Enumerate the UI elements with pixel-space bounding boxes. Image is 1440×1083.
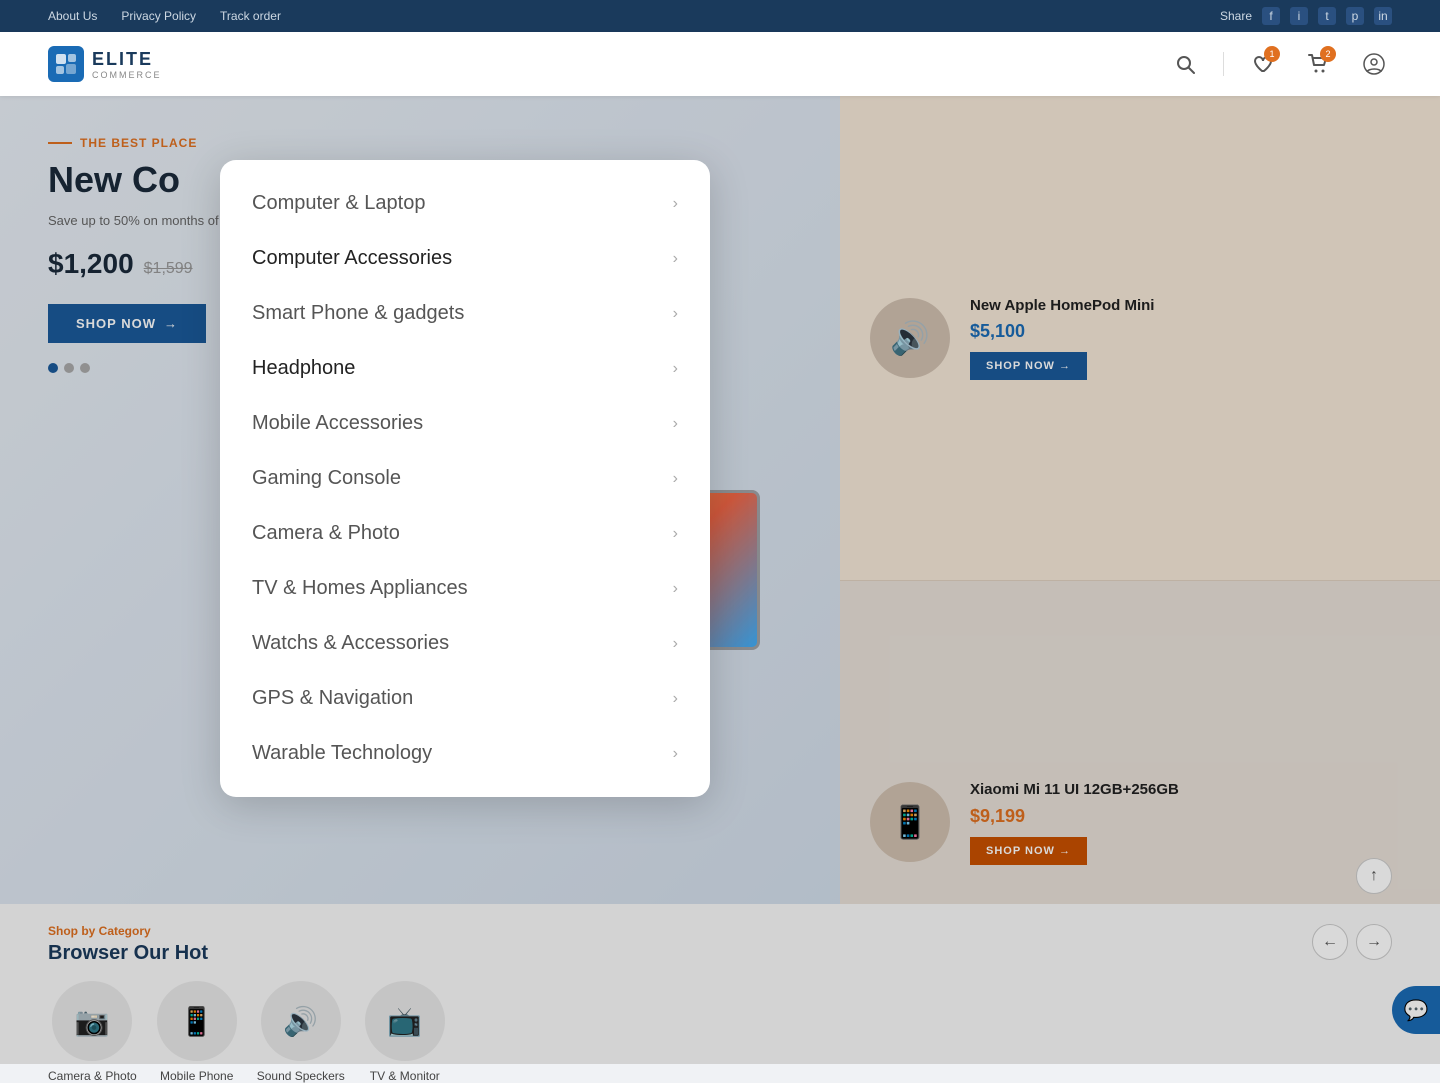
category-label-camera: Camera & Photo <box>48 1069 137 1083</box>
search-icon[interactable] <box>1167 46 1203 82</box>
privacy-policy-link[interactable]: Privacy Policy <box>121 9 196 23</box>
menu-item-gaming-console[interactable]: Gaming Console › <box>220 451 710 506</box>
facebook-icon[interactable]: f <box>1262 7 1280 25</box>
about-us-link[interactable]: About Us <box>48 9 97 23</box>
menu-item-label-gaming-console: Gaming Console <box>252 467 401 490</box>
menu-chevron-5: › <box>673 470 678 488</box>
dropdown-overlay[interactable] <box>0 96 1440 1064</box>
account-icon[interactable] <box>1356 46 1392 82</box>
top-bar-right: Share f i t p in <box>1220 7 1392 25</box>
main: THE BEST PLACE New Co Save up to 50% on … <box>0 96 1440 1064</box>
menu-item-headphone[interactable]: Headphone › <box>220 341 710 396</box>
menu-item-camera-photo[interactable]: Camera & Photo › <box>220 506 710 561</box>
menu-chevron-8: › <box>673 635 678 653</box>
category-dropdown-menu: Computer & Laptop › Computer Accessories… <box>220 160 710 797</box>
logo-text-block: ELITE COMMERCE <box>92 49 162 80</box>
menu-item-label-camera-photo: Camera & Photo <box>252 522 400 545</box>
share-label: Share <box>1220 9 1252 23</box>
menu-item-label-computer-accessories: Computer Accessories <box>252 247 452 270</box>
top-bar: About Us Privacy Policy Track order Shar… <box>0 0 1440 32</box>
menu-chevron-10: › <box>673 745 678 763</box>
track-order-link[interactable]: Track order <box>220 9 281 23</box>
menu-item-label-mobile-accessories: Mobile Accessories <box>252 412 423 435</box>
menu-chevron-3: › <box>673 360 678 378</box>
menu-chevron-1: › <box>673 250 678 268</box>
logo[interactable]: ELITE COMMERCE <box>48 46 162 82</box>
menu-item-smartphone[interactable]: Smart Phone & gadgets › <box>220 286 710 341</box>
header-divider <box>1223 52 1224 76</box>
menu-item-computer-laptop[interactable]: Computer & Laptop › <box>220 176 710 231</box>
menu-item-gps[interactable]: GPS & Navigation › <box>220 671 710 726</box>
menu-item-label-headphone: Headphone <box>252 357 355 380</box>
cart-badge: 2 <box>1320 46 1336 62</box>
menu-item-label-watchs: Watchs & Accessories <box>252 632 449 655</box>
menu-item-watchs[interactable]: Watchs & Accessories › <box>220 616 710 671</box>
menu-chevron-7: › <box>673 580 678 598</box>
menu-item-label-tv-homes: TV & Homes Appliances <box>252 577 468 600</box>
menu-chevron-2: › <box>673 305 678 323</box>
logo-name: ELITE <box>92 49 162 70</box>
menu-item-tv-homes[interactable]: TV & Homes Appliances › <box>220 561 710 616</box>
menu-item-label-smartphone: Smart Phone & gadgets <box>252 302 464 325</box>
category-label-sound: Sound Speckers <box>257 1069 345 1083</box>
pinterest-icon[interactable]: p <box>1346 7 1364 25</box>
menu-item-warable[interactable]: Warable Technology › <box>220 726 710 781</box>
menu-item-label-warable: Warable Technology <box>252 742 432 765</box>
twitter-icon[interactable]: t <box>1318 7 1336 25</box>
menu-chevron-6: › <box>673 525 678 543</box>
wishlist-icon[interactable]: 1 <box>1244 46 1280 82</box>
logo-icon <box>48 46 84 82</box>
menu-chevron-4: › <box>673 415 678 433</box>
menu-chevron-9: › <box>673 690 678 708</box>
header: ELITE COMMERCE 1 2 <box>0 32 1440 96</box>
menu-item-label-computer-laptop: Computer & Laptop <box>252 192 425 215</box>
instagram-icon[interactable]: i <box>1290 7 1308 25</box>
menu-item-mobile-accessories[interactable]: Mobile Accessories › <box>220 396 710 451</box>
menu-item-computer-accessories[interactable]: Computer Accessories › <box>220 231 710 286</box>
category-label-mobile: Mobile Phone <box>160 1069 233 1083</box>
cart-icon[interactable]: 2 <box>1300 46 1336 82</box>
linkedin-icon[interactable]: in <box>1374 7 1392 25</box>
menu-item-label-gps: GPS & Navigation <box>252 687 413 710</box>
header-right: 1 2 <box>1167 46 1392 82</box>
wishlist-badge: 1 <box>1264 46 1280 62</box>
category-label-tv: TV & Monitor <box>370 1069 440 1083</box>
logo-sub: COMMERCE <box>92 70 162 80</box>
menu-chevron-0: › <box>673 195 678 213</box>
